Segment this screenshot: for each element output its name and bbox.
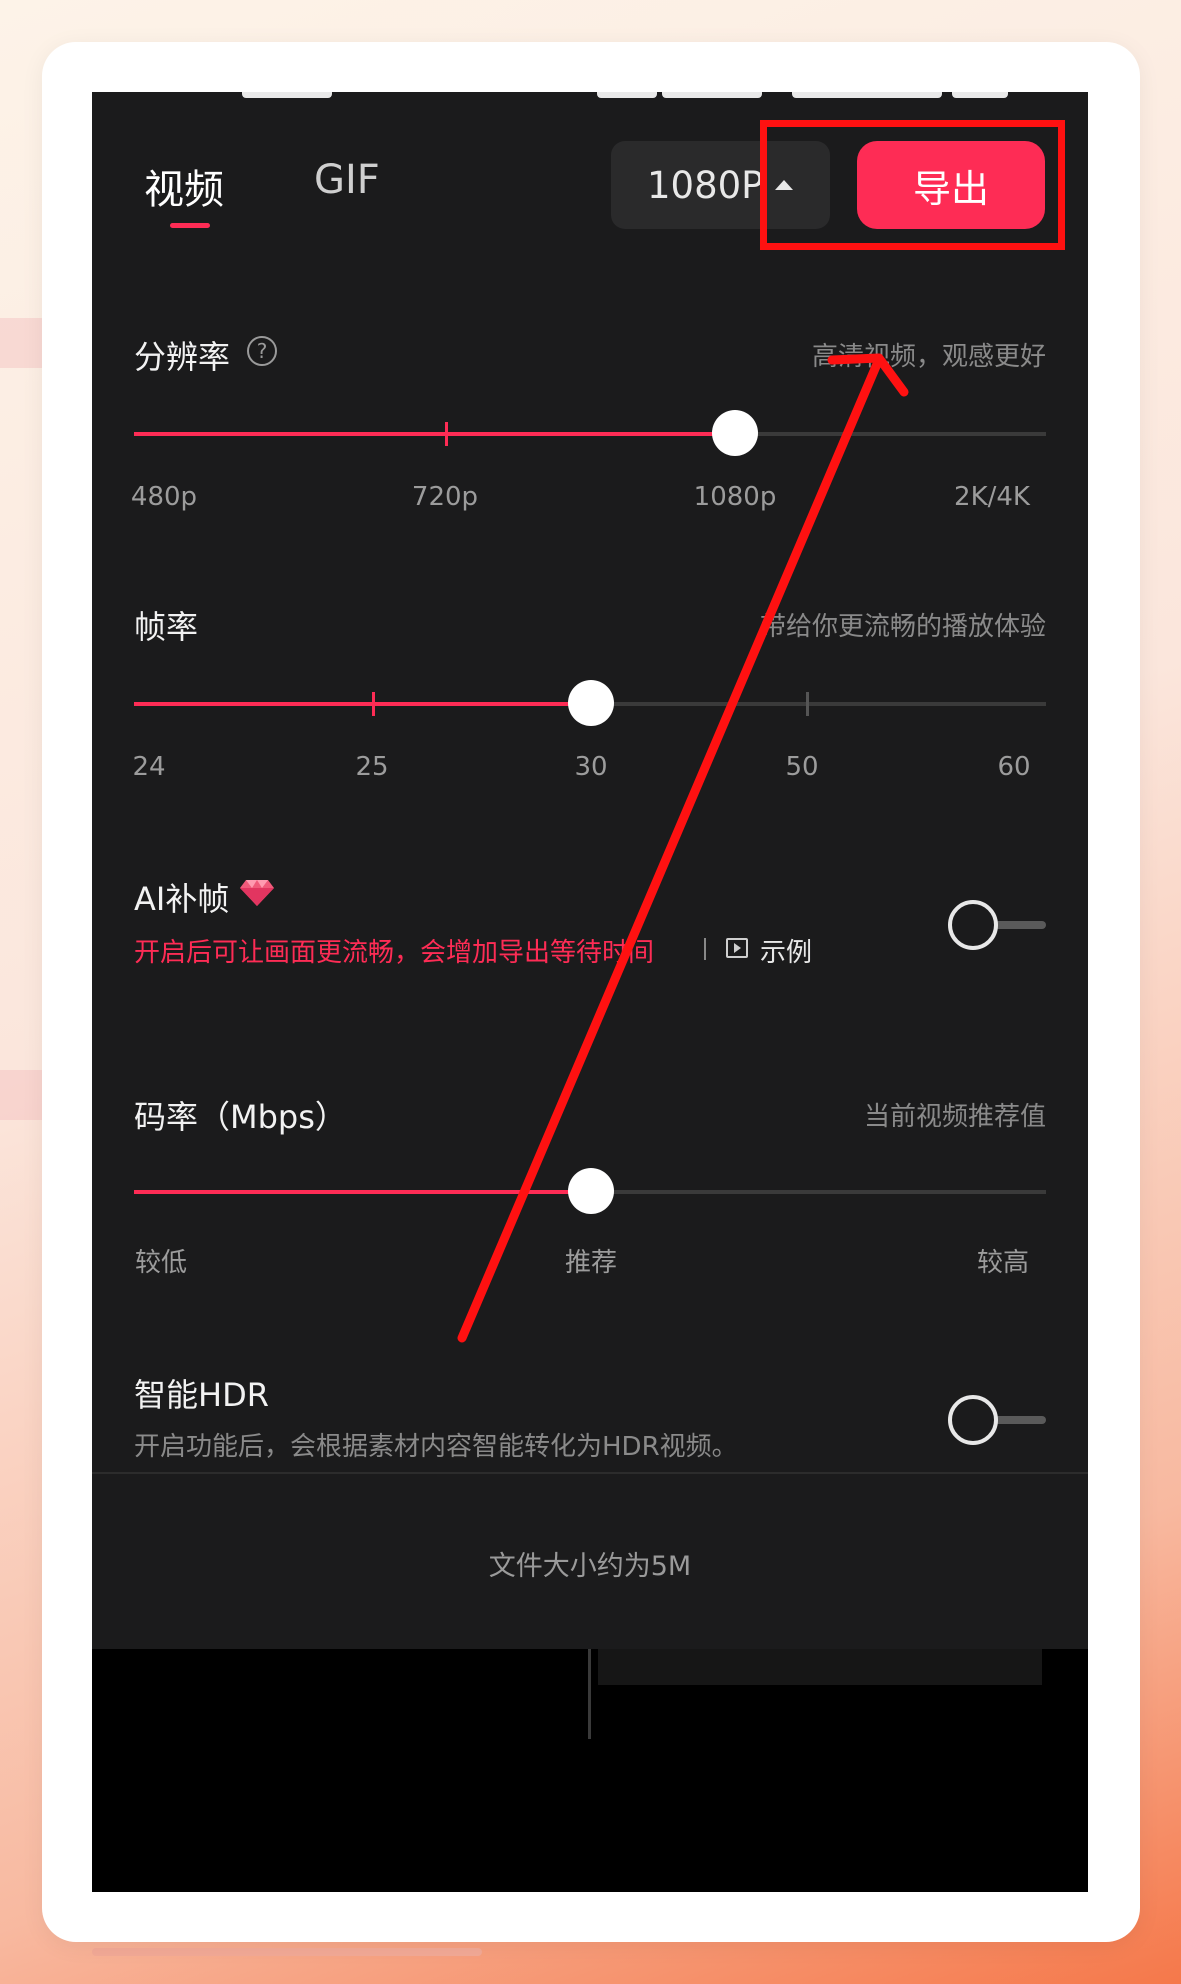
annotation-arrow bbox=[457, 353, 909, 1343]
export-settings-screen: 视频 GIF 1080P 导出 分辨率 ? 高清视频，观感更好 480p 720… bbox=[92, 92, 1088, 1892]
background-bar bbox=[92, 1948, 482, 1956]
